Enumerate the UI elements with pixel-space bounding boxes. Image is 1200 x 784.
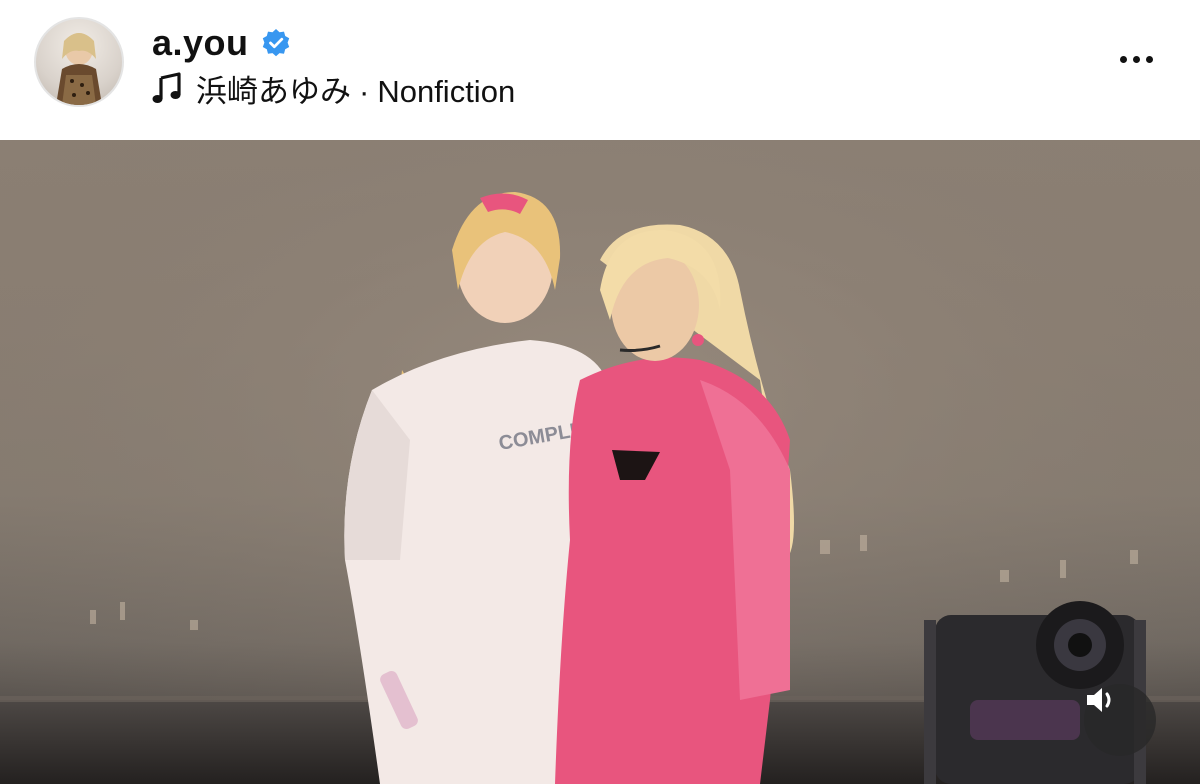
speaker-volume-icon — [1087, 688, 1111, 712]
music-artist: 浜崎あゆみ — [196, 73, 351, 109]
post-header: a.you 浜崎あゆみ · Nonfiction — [0, 0, 1200, 138]
username-row: a.you — [152, 20, 291, 66]
more-options-button[interactable] — [1106, 44, 1166, 74]
music-song: Nonfiction — [377, 73, 516, 109]
post-photo[interactable]: COMPLETE — [0, 140, 1200, 784]
more-horizontal-icon — [1119, 55, 1127, 63]
avatar-image — [56, 33, 102, 105]
verified-badge-icon — [262, 29, 289, 57]
sound-toggle-button[interactable] — [1084, 684, 1156, 756]
music-attribution[interactable]: 浜崎あゆみ · Nonfiction — [152, 66, 515, 111]
music-separator: · — [359, 73, 370, 109]
music-track: 浜崎あゆみ · Nonfiction — [196, 66, 515, 111]
concert-photo-illustration: COMPLETE — [0, 140, 1200, 784]
username[interactable]: a.you — [152, 22, 249, 64]
music-note-icon — [152, 72, 181, 103]
profile-avatar[interactable] — [34, 17, 124, 107]
